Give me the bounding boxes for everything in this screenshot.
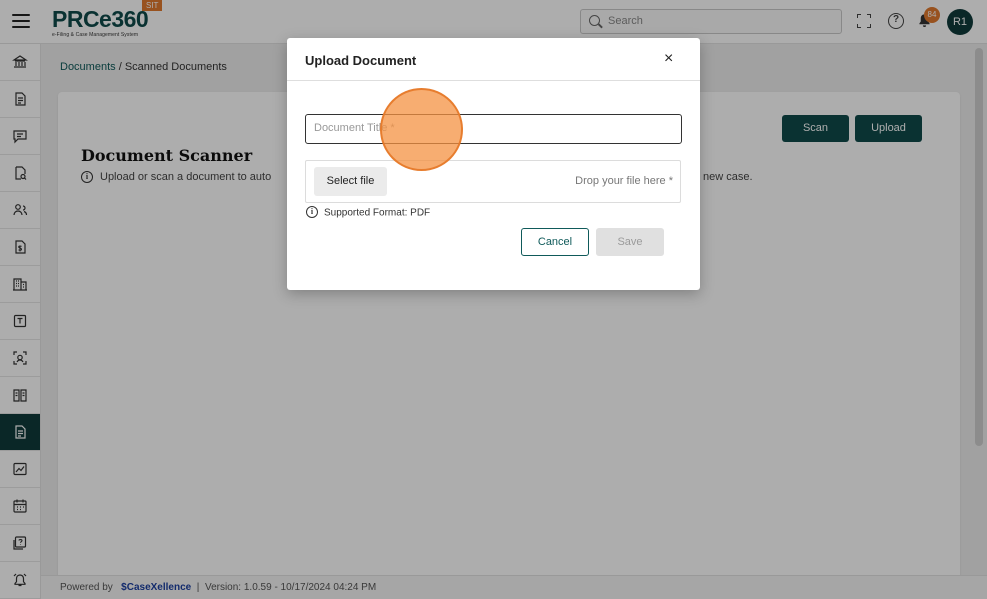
save-button[interactable]: Save: [596, 228, 664, 256]
drop-file-text: Drop your file here *: [575, 175, 673, 187]
file-drop-zone[interactable]: Select file Drop your file here *: [305, 160, 681, 203]
supported-format-note: i Supported Format: PDF: [306, 206, 431, 219]
click-indicator: [380, 88, 463, 171]
document-title-input[interactable]: Document Title *: [305, 114, 682, 144]
cancel-button[interactable]: Cancel: [521, 228, 589, 256]
select-file-button[interactable]: Select file: [314, 167, 387, 196]
close-icon[interactable]: ×: [664, 50, 673, 68]
dialog-header: Upload Document ×: [287, 38, 700, 81]
upload-document-dialog: Upload Document × Document Title * Selec…: [287, 38, 700, 290]
supported-format-text: Supported Format: PDF: [324, 207, 431, 219]
info-icon: i: [306, 206, 318, 218]
dialog-title: Upload Document: [305, 53, 417, 68]
